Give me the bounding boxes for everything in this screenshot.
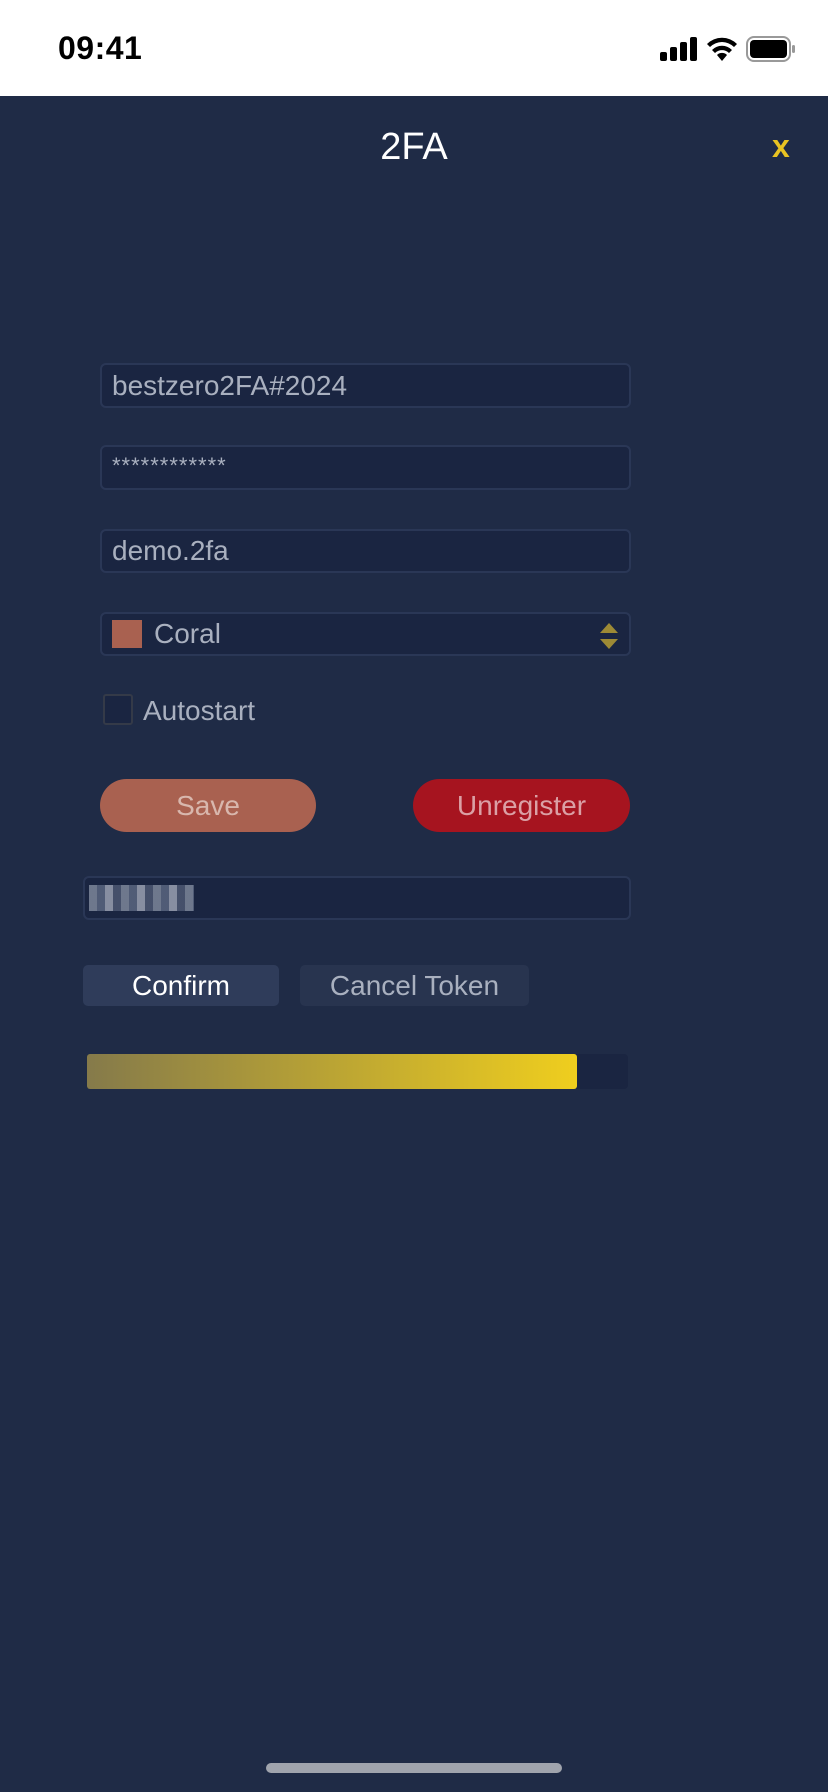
token-progress-bar xyxy=(87,1054,628,1089)
signal-icon xyxy=(660,37,697,61)
account-input[interactable]: demo.2fa xyxy=(100,529,631,573)
color-swatch xyxy=(112,620,142,648)
close-icon[interactable]: x xyxy=(772,128,790,165)
wifi-icon xyxy=(707,37,737,61)
password-input[interactable]: ************ xyxy=(100,445,631,490)
unregister-button[interactable]: Unregister xyxy=(413,779,630,832)
home-indicator xyxy=(266,1763,562,1773)
status-time: 09:41 xyxy=(58,30,143,66)
confirm-button[interactable]: Confirm xyxy=(83,965,279,1006)
autostart-checkbox[interactable] xyxy=(103,694,133,725)
obscured-token-value xyxy=(89,885,194,911)
token-input[interactable] xyxy=(83,876,631,920)
status-bar: 09:41 xyxy=(0,0,828,96)
color-select-value: Coral xyxy=(154,618,221,649)
secret-input[interactable]: bestzero2FA#2024 xyxy=(100,363,631,408)
color-select[interactable]: Coral xyxy=(100,612,631,656)
autostart-label: Autostart xyxy=(143,695,256,726)
battery-icon xyxy=(746,36,795,62)
save-button[interactable]: Save xyxy=(100,779,316,832)
page-title: 2FA xyxy=(380,126,448,168)
cancel-token-button[interactable]: Cancel Token xyxy=(300,965,529,1006)
token-progress-fill xyxy=(87,1054,577,1089)
select-arrows-icon xyxy=(600,623,618,649)
